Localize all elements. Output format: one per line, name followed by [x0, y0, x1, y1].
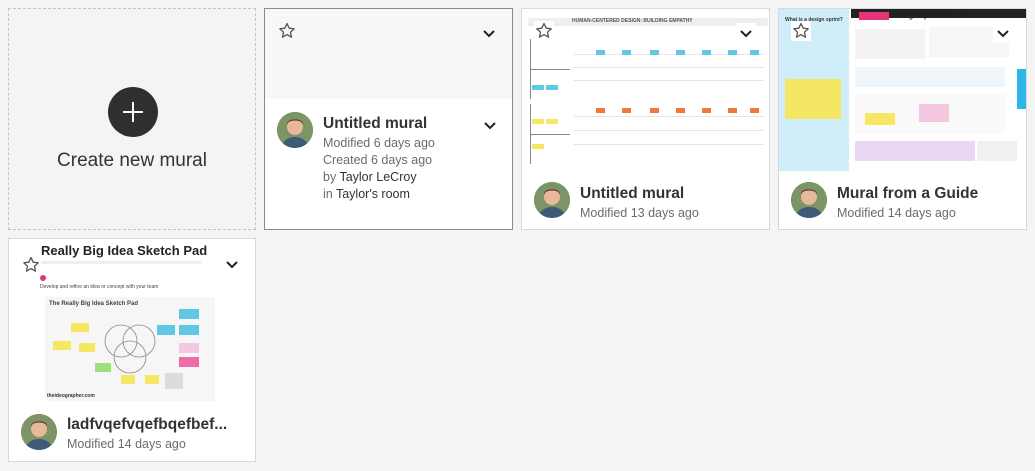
thumb-footer: theideographer.com: [47, 393, 95, 399]
thumb-heading: HUMAN-CENTERED DESIGN: BUILDING EMPATHY: [572, 18, 693, 24]
star-icon[interactable]: [791, 21, 811, 41]
room-name[interactable]: Taylor's room: [336, 187, 410, 201]
mural-thumbnail: [265, 9, 512, 99]
modified-text: Modified 14 days ago: [837, 206, 956, 220]
mural-card[interactable]: HUMAN-CENTERED DESIGN: BUILDING EMPATHY: [521, 8, 770, 230]
avatar: [534, 182, 570, 218]
mural-title[interactable]: Untitled mural: [580, 185, 684, 203]
chevron-down-icon[interactable]: [993, 23, 1013, 43]
modified-text: Modified 6 days ago: [323, 136, 435, 150]
create-new-mural-card[interactable]: Create new mural: [8, 8, 256, 230]
chevron-down-icon[interactable]: [222, 254, 242, 274]
avatar: [21, 414, 57, 450]
chevron-down-icon[interactable]: [479, 23, 499, 43]
thumb-pad-title: The Really Big Idea Sketch Pad: [49, 301, 139, 307]
mural-card[interactable]: Untitled mural Modified 6 days ago Creat…: [264, 8, 513, 230]
author-name: Taylor LeCroy: [339, 170, 417, 184]
mural-card[interactable]: What is a design sprint? Design Sprints …: [778, 8, 1027, 230]
star-icon[interactable]: [534, 21, 554, 41]
by-prefix: by: [323, 170, 340, 184]
chevron-down-icon[interactable]: [480, 115, 500, 135]
modified-text: Modified 14 days ago: [67, 437, 186, 451]
mural-title[interactable]: Untitled mural: [323, 115, 427, 133]
in-prefix: in: [323, 187, 336, 201]
room-line: in Taylor's room: [323, 187, 410, 201]
avatar: [277, 112, 313, 148]
thumb-heading: Design Sprints Online: [894, 13, 968, 20]
mural-thumbnail: HUMAN-CENTERED DESIGN: BUILDING EMPATHY: [522, 9, 769, 171]
star-icon[interactable]: [21, 255, 41, 275]
mural-title[interactable]: ladfvqefvqefbqefbef...: [67, 416, 247, 434]
mural-thumbnail: Really Big Idea Sketch Pad Develop and r…: [9, 239, 255, 401]
thumb-sub: Develop and refine an idea or concept wi…: [40, 284, 159, 290]
author-line: by Taylor LeCroy: [323, 170, 417, 184]
plus-icon: [108, 87, 158, 137]
star-icon[interactable]: [277, 21, 297, 41]
mural-card[interactable]: Really Big Idea Sketch Pad Develop and r…: [8, 238, 256, 462]
create-new-mural-label: Create new mural: [57, 150, 207, 171]
mural-title[interactable]: Mural from a Guide: [837, 185, 978, 203]
thumb-heading: Really Big Idea Sketch Pad: [41, 243, 208, 258]
avatar: [791, 182, 827, 218]
modified-text: Modified 13 days ago: [580, 206, 699, 220]
created-text: Created 6 days ago: [323, 153, 433, 167]
chevron-down-icon[interactable]: [736, 23, 756, 43]
mural-thumbnail: What is a design sprint? Design Sprints …: [779, 9, 1026, 171]
